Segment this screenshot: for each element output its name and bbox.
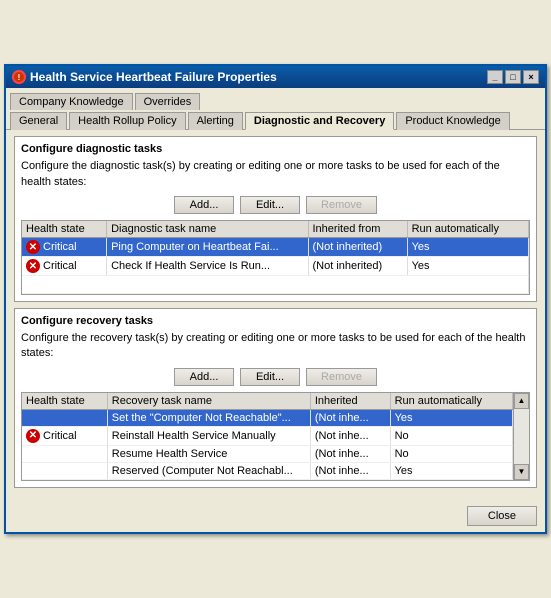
table-row[interactable]: Set the "Computer Not Reachable"... (Not… (22, 409, 513, 426)
bottom-tab-row: General Health Rollup Policy Alerting Di… (6, 109, 545, 130)
cell-state: ✕ Critical (22, 257, 107, 276)
col-recovery-task: Recovery task name (107, 393, 310, 410)
tab-alerting[interactable]: Alerting (188, 112, 243, 130)
col-health-state: Health state (22, 221, 107, 238)
cell-task: Ping Computer on Heartbeat Fai... (107, 238, 308, 257)
error-icon: ✕ (26, 429, 40, 443)
footer: Close (6, 502, 545, 532)
diagnostic-table: Health state Diagnostic task name Inheri… (22, 221, 529, 294)
close-button[interactable]: Close (467, 506, 537, 526)
table-row[interactable]: Reserved (Computer Not Reachabl... (Not … (22, 462, 513, 479)
diagnostic-section: Configure diagnostic tasks Configure the… (14, 136, 537, 302)
window-icon: ! (12, 70, 26, 84)
cell-inherited-r: (Not inhe... (310, 409, 390, 426)
cell-task-r: Set the "Computer Not Reachable"... (107, 409, 310, 426)
diagnostic-remove-button[interactable]: Remove (306, 196, 377, 214)
col-inherited-from: Inherited from (308, 221, 407, 238)
minimize-button[interactable]: _ (487, 70, 503, 84)
cell-inherited-r: (Not inhe... (310, 462, 390, 479)
cell-task: Check If Health Service Is Run... (107, 257, 308, 276)
tab-company-knowledge[interactable]: Company Knowledge (10, 93, 133, 110)
col-run-auto: Run automatically (407, 221, 528, 238)
title-bar: ! Health Service Heartbeat Failure Prope… (6, 66, 545, 88)
table-row[interactable]: ✕ Critical Check If Health Service Is Ru… (22, 257, 529, 276)
cell-inherited-r: (Not inhe... (310, 445, 390, 462)
cell-inherited: (Not inherited) (308, 238, 407, 257)
diagnostic-btn-row: Add... Edit... Remove (21, 196, 530, 214)
diagnostic-desc: Configure the diagnostic task(s) by crea… (21, 159, 530, 190)
tab-general[interactable]: General (10, 112, 67, 130)
recovery-table: Health state Recovery task name Inherite… (22, 393, 513, 480)
main-window: ! Health Service Heartbeat Failure Prope… (4, 64, 547, 534)
col-task-name: Diagnostic task name (107, 221, 308, 238)
col-health-state-r: Health state (22, 393, 107, 410)
cell-inherited-r: (Not inhe... (310, 426, 390, 445)
cell-state-r: ✕ Critical (22, 426, 107, 445)
error-icon: ✕ (26, 259, 40, 273)
table-row[interactable]: ✕ Critical Reinstall Health Service Manu… (22, 426, 513, 445)
cell-run: Yes (407, 238, 528, 257)
scroll-up-button[interactable]: ▲ (514, 393, 529, 409)
recovery-title: Configure recovery tasks (21, 315, 530, 327)
table-row[interactable]: Resume Health Service (Not inhe... No (22, 445, 513, 462)
error-icon: ✕ (26, 240, 40, 254)
cell-run-r: No (390, 445, 512, 462)
window-title: Health Service Heartbeat Failure Propert… (30, 70, 277, 84)
table-row[interactable] (22, 276, 529, 294)
diagnostic-edit-button[interactable]: Edit... (240, 196, 300, 214)
cell-run-r: Yes (390, 462, 512, 479)
cell-task-r: Resume Health Service (107, 445, 310, 462)
diagnostic-table-container: Health state Diagnostic task name Inheri… (21, 220, 530, 295)
diagnostic-add-button[interactable]: Add... (174, 196, 234, 214)
tab-overrides[interactable]: Overrides (135, 93, 201, 110)
scrollbar[interactable]: ▲ ▼ (513, 393, 529, 480)
recovery-remove-button[interactable]: Remove (306, 368, 377, 386)
tab-content: Configure diagnostic tasks Configure the… (6, 130, 545, 502)
title-controls: _ □ × (487, 70, 539, 84)
scroll-track (514, 409, 529, 464)
col-run-auto-r: Run automatically (390, 393, 512, 410)
col-inherited-r: Inherited (310, 393, 390, 410)
cell-task-r: Reserved (Computer Not Reachabl... (107, 462, 310, 479)
recovery-btn-row: Add... Edit... Remove (21, 368, 530, 386)
tab-product-knowledge[interactable]: Product Knowledge (396, 112, 509, 130)
recovery-edit-button[interactable]: Edit... (240, 368, 300, 386)
close-window-button[interactable]: × (523, 70, 539, 84)
cell-run-r: No (390, 426, 512, 445)
title-bar-left: ! Health Service Heartbeat Failure Prope… (12, 70, 277, 84)
maximize-button[interactable]: □ (505, 70, 521, 84)
cell-state: ✕ Critical (22, 238, 107, 257)
svg-text:!: ! (18, 73, 21, 82)
cell-state-r (22, 445, 107, 462)
recovery-desc: Configure the recovery task(s) by creati… (21, 331, 530, 362)
cell-state-r (22, 409, 107, 426)
diagnostic-title: Configure diagnostic tasks (21, 143, 530, 155)
tab-health-rollup-policy[interactable]: Health Rollup Policy (69, 112, 185, 130)
recovery-table-container: Health state Recovery task name Inherite… (21, 392, 530, 481)
table-row[interactable]: ✕ Critical Ping Computer on Heartbeat Fa… (22, 238, 529, 257)
recovery-section: Configure recovery tasks Configure the r… (14, 308, 537, 488)
scroll-down-button[interactable]: ▼ (514, 464, 529, 480)
cell-run-r: Yes (390, 409, 512, 426)
recovery-add-button[interactable]: Add... (174, 368, 234, 386)
cell-task-r: Reinstall Health Service Manually (107, 426, 310, 445)
cell-state-r (22, 462, 107, 479)
cell-run: Yes (407, 257, 528, 276)
cell-inherited: (Not inherited) (308, 257, 407, 276)
tab-diagnostic-recovery[interactable]: Diagnostic and Recovery (245, 112, 394, 130)
top-tab-row: Company Knowledge Overrides (6, 88, 545, 109)
